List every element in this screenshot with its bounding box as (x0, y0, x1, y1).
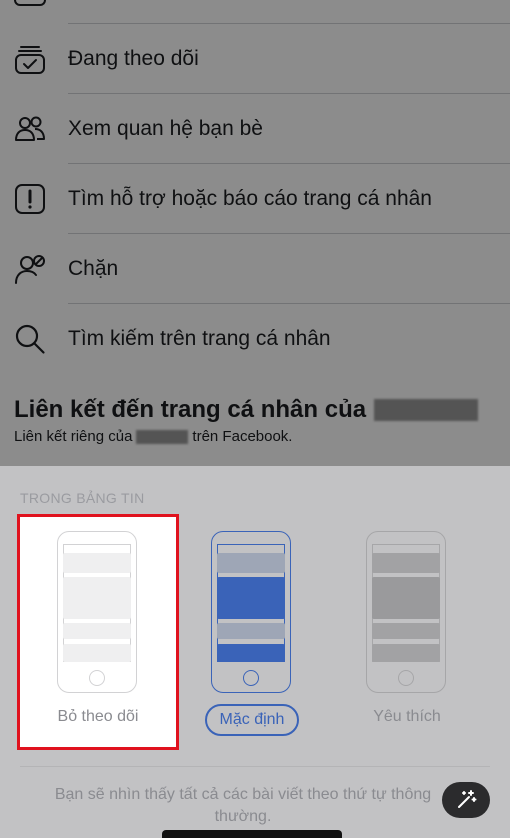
phone-illustration (57, 531, 137, 693)
home-indicator (162, 830, 342, 838)
sheet-section-label: TRONG BẢNG TIN (20, 490, 145, 506)
magic-wand-icon (458, 790, 477, 808)
modal-overlay[interactable] (0, 0, 510, 466)
selected-pill: Mặc định (204, 704, 300, 736)
option-favorite[interactable]: Yêu thích (326, 514, 488, 750)
news-feed-preferences-sheet: TRONG BẢNG TIN Bỏ theo dõi Mặc định Yêu … (0, 466, 510, 838)
magic-wand-button[interactable] (442, 782, 490, 818)
option-label: Bỏ theo dõi (57, 708, 139, 725)
option-label: Yêu thích (373, 708, 441, 725)
phone-illustration (211, 531, 291, 693)
option-unfollow[interactable]: Bỏ theo dõi (17, 514, 179, 750)
option-description: Bạn sẽ nhìn thấy tất cả các bài viết the… (54, 786, 432, 825)
option-default[interactable]: Mặc định (171, 514, 333, 750)
phone-illustration (366, 531, 446, 693)
divider (20, 766, 490, 767)
option-label: Mặc định (171, 704, 333, 736)
